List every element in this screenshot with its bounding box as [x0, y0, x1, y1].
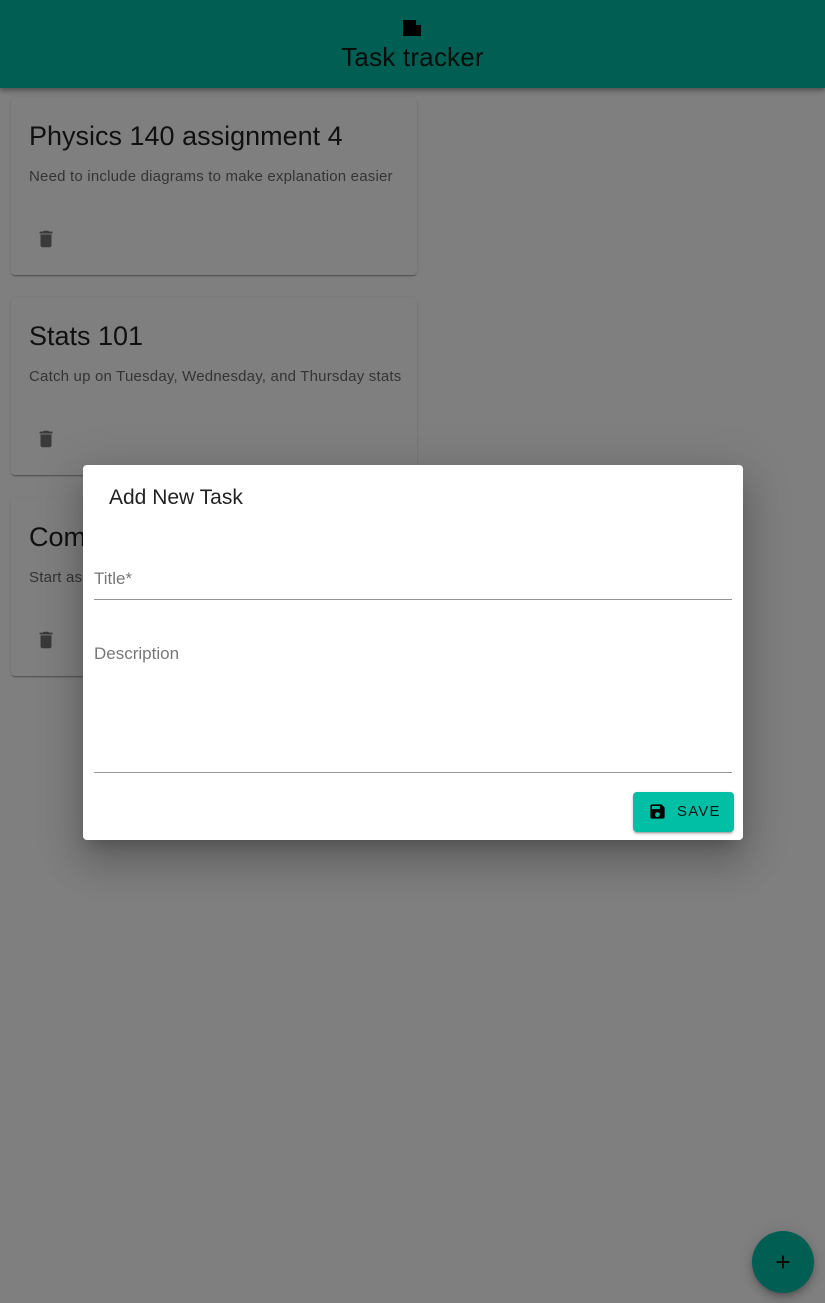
title-field-label: Title* — [94, 569, 133, 588]
floppy-disk-icon — [650, 804, 665, 819]
save-button[interactable]: SAVE — [633, 792, 734, 832]
save-button-label: SAVE — [677, 803, 721, 820]
add-task-dialog: Add New Task Title* Description SAVE — [83, 465, 743, 840]
description-field[interactable]: Description — [94, 638, 732, 773]
dialog-title: Add New Task — [109, 486, 243, 509]
description-field-label: Description — [94, 644, 180, 663]
title-field[interactable]: Title* — [94, 563, 732, 600]
